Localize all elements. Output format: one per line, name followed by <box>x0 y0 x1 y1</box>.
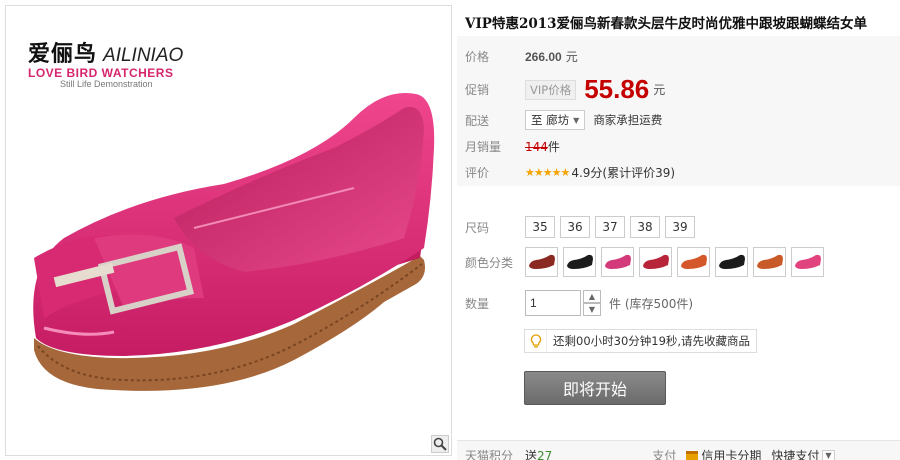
quick-pay-label: 快捷支付 <box>771 449 820 460</box>
size-row: 尺码 35 36 37 38 39 <box>465 216 695 238</box>
rating-text[interactable]: 4.9分(累计评价39) <box>571 164 675 181</box>
shipping-row: 配送 至 廊坊 ▼ 商家承担运费 <box>465 110 662 130</box>
color-swatch[interactable] <box>791 247 824 277</box>
color-swatch[interactable] <box>525 247 558 277</box>
rating-row: 评价 ★★★★★ 4.9分(累计评价39) <box>465 164 675 181</box>
bottom-info-bar: 天猫积分 送 27 支付 信用卡分期 快捷支付 ▼ <box>457 440 900 460</box>
color-swatch[interactable] <box>601 247 634 277</box>
countdown-notice: 还剩00小时30分钟19秒,请先收藏商品 <box>524 329 758 353</box>
shoe-thumbnail-icon <box>718 254 745 269</box>
qty-label: 数量 <box>465 296 490 311</box>
chevron-down-icon: ▼ <box>822 450 835 460</box>
color-swatch[interactable] <box>639 247 672 277</box>
shoe-thumbnail-icon <box>528 254 555 269</box>
lightbulb-icon <box>525 330 547 352</box>
shoe-image <box>33 93 435 391</box>
stock-text: 件 (库存500件) <box>609 296 694 311</box>
chevron-down-icon: ▼ <box>573 115 580 125</box>
original-price: 266.00 <box>525 49 562 64</box>
color-swatch[interactable] <box>563 247 596 277</box>
points-prefix: 送 <box>525 449 538 460</box>
coming-soon-button[interactable]: 即将开始 <box>524 371 666 405</box>
points-label: 天猫积分 <box>465 449 514 460</box>
shoe-thumbnail-icon <box>680 254 707 269</box>
color-swatch[interactable] <box>677 247 710 277</box>
ship-label: 配送 <box>465 113 490 128</box>
points-value: 27 <box>537 448 553 460</box>
color-swatch[interactable] <box>715 247 748 277</box>
countdown-text: 还剩00小时30分钟19秒,请先收藏商品 <box>553 334 751 348</box>
size-option[interactable]: 35 <box>525 216 555 238</box>
sales-unit: 件 <box>547 140 560 154</box>
ship-destination-select[interactable]: 至 廊坊 ▼ <box>525 110 586 130</box>
size-option[interactable]: 38 <box>630 216 660 238</box>
quantity-input[interactable] <box>525 290 581 316</box>
shoe-thumbnail-icon <box>794 254 821 269</box>
qty-decrease-button[interactable]: ▼ <box>583 303 601 316</box>
magnifier-icon <box>433 437 447 451</box>
product-image-panel[interactable]: 爱俪鸟 AILINIAO LOVE BIRD WATCHERS Still Lif… <box>5 5 452 456</box>
sales-row: 月销量 144 件 <box>465 138 560 155</box>
product-title: VIP特惠2013爱俪鸟新春款头层牛皮时尚优雅中跟坡跟蝴蝶结女单 <box>465 16 868 32</box>
qty-increase-button[interactable]: ▲ <box>583 290 601 303</box>
quick-pay[interactable]: 快捷支付 ▼ <box>771 447 835 460</box>
color-label: 颜色分类 <box>465 255 514 270</box>
brand-name-cn: 爱俪鸟 <box>28 41 98 67</box>
rating-label: 评价 <box>465 166 490 180</box>
rating-stars-icon: ★★★★★ <box>525 166 570 179</box>
shoe-thumbnail-icon <box>642 254 669 269</box>
promo-row: 促销 VIP价格 55.86 元 <box>465 74 665 105</box>
size-option[interactable]: 36 <box>560 216 590 238</box>
countdown-tip: 还剩00小时30分钟19秒,请先收藏商品 <box>524 329 758 353</box>
size-options: 35 36 37 38 39 <box>525 216 695 238</box>
promo-price: 55.86 <box>584 74 650 104</box>
credit-installment-label: 信用卡分期 <box>701 449 762 460</box>
size-label: 尺码 <box>465 220 490 235</box>
brand-name-en: AILINIAO <box>103 45 184 66</box>
color-swatch[interactable] <box>753 247 786 277</box>
promo-label: 促销 <box>465 83 490 97</box>
price-box: 价格 266.00 元 促销 VIP价格 55.86 元 配送 至 廊坊 ▼ 商… <box>457 36 900 186</box>
credit-card-icon <box>686 451 699 460</box>
sales-count: 144 <box>525 139 548 154</box>
quantity-stepper: ▲ ▼ <box>583 290 601 316</box>
sales-label: 月销量 <box>465 140 502 154</box>
pay-label: 支付 <box>652 449 677 460</box>
size-option[interactable]: 39 <box>665 216 695 238</box>
promo-currency: 元 <box>653 83 666 97</box>
bottom-row: 天猫积分 送 27 支付 信用卡分期 快捷支付 ▼ <box>465 447 835 460</box>
price-row: 价格 266.00 元 <box>465 48 578 65</box>
zoom-button[interactable] <box>431 435 449 453</box>
brand-tagline: LOVE BIRD WATCHERS <box>28 66 174 80</box>
price-currency: 元 <box>565 50 578 64</box>
quantity-row: 数量 ▲ ▼ 件 (库存500件) <box>465 290 693 316</box>
ship-note: 商家承担运费 <box>593 113 663 127</box>
credit-installment[interactable]: 信用卡分期 <box>686 447 761 460</box>
product-info: VIP特惠2013爱俪鸟新春款头层牛皮时尚优雅中跟坡跟蝴蝶结女单 价格 266.… <box>457 0 900 460</box>
size-option[interactable]: 37 <box>595 216 625 238</box>
ship-destination: 至 廊坊 <box>531 113 570 127</box>
shoe-thumbnail-icon <box>756 254 783 269</box>
vip-tag: VIP价格 <box>525 79 577 100</box>
color-options <box>525 247 824 277</box>
shoe-thumbnail-icon <box>566 254 593 269</box>
price-label: 价格 <box>465 50 490 64</box>
shoe-thumbnail-icon <box>604 254 631 269</box>
color-row: 颜色分类 <box>465 247 824 277</box>
brand-logo: 爱俪鸟 AILINIAO LOVE BIRD WATCHERS Still Lif… <box>28 36 183 89</box>
